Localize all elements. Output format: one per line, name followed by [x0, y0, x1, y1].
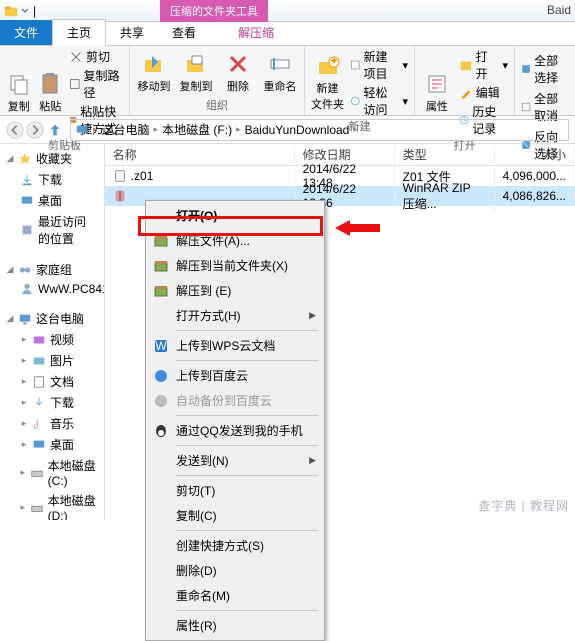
breadcrumb-item[interactable]: 这台电脑 — [102, 121, 150, 138]
download-icon — [32, 396, 46, 410]
tree-item[interactable]: ▸本地磁盘 (C:) — [0, 455, 104, 490]
video-icon — [32, 333, 46, 347]
easyaccess-button[interactable]: 轻松访问 ▾ — [350, 84, 408, 118]
ctx-rename[interactable]: 重命名(M) — [148, 583, 322, 608]
breadcrumb-item[interactable]: 本地磁盘 (F:) — [162, 121, 232, 138]
computer-icon — [18, 312, 32, 326]
selectall-button[interactable]: 全部选择 — [521, 52, 569, 86]
winrar-icon — [153, 258, 169, 274]
tree-favorites[interactable]: 收藏夹 — [36, 150, 72, 167]
nav-tree: ◢收藏夹 下载 桌面 最近访问的位置 ◢家庭组 WwW.PC841.CoM ◢这… — [0, 144, 105, 520]
ctx-extract-to[interactable]: 解压到 (E) — [148, 278, 322, 303]
pictures-icon — [32, 354, 46, 368]
svg-text:W: W — [155, 339, 167, 353]
folder-icon — [4, 4, 18, 18]
ctx-extract-files[interactable]: 解压文件(A)... — [148, 228, 322, 253]
tree-thispc[interactable]: 这台电脑 — [36, 310, 84, 327]
winrar-icon — [153, 283, 169, 299]
cut-button[interactable]: 剪切 — [69, 48, 123, 65]
ctx-sendto[interactable]: 发送到(N)▶ — [148, 448, 322, 473]
ctx-properties[interactable]: 属性(R) — [148, 613, 322, 638]
desktop-icon — [32, 438, 46, 452]
tab-share[interactable]: 共享 — [106, 20, 158, 45]
rename-button[interactable]: 重命名 — [262, 48, 298, 97]
documents-icon — [32, 375, 46, 389]
tab-extract[interactable]: 解压缩 — [224, 20, 288, 45]
tree-item[interactable]: ▸文档 — [0, 371, 104, 392]
ctx-baidu-auto[interactable]: 自动备份到百度云 — [148, 388, 322, 413]
ctx-openwith[interactable]: 打开方式(H)▶ — [148, 303, 322, 328]
col-name[interactable]: 名称 — [105, 146, 295, 163]
dropdown-icon[interactable] — [21, 7, 29, 15]
ribbon-tabs: 文件 主页 共享 查看 解压缩 — [0, 22, 575, 46]
newitem-button[interactable]: 新建项目 ▾ — [350, 48, 408, 82]
file-icon — [113, 169, 127, 183]
tree-item[interactable]: ▸桌面 — [0, 434, 104, 455]
open-button[interactable]: 打开 ▾ — [459, 48, 508, 82]
ctx-cut[interactable]: 剪切(T) — [148, 478, 322, 503]
music-icon — [32, 417, 46, 431]
moveto-button[interactable]: 移动到 — [136, 48, 172, 97]
ctx-qq[interactable]: 通过QQ发送到我的手机 — [148, 418, 322, 443]
ribbon: 复制 粘贴 剪切 复制路径 粘贴快捷方式 剪贴板 移动到 复制到 删除 重命名 … — [0, 46, 575, 116]
back-button[interactable] — [6, 121, 24, 139]
tree-item-downloads[interactable]: 下载 — [0, 169, 104, 190]
ctx-open[interactable]: 打开(O) — [148, 203, 322, 228]
copyto-button[interactable]: 复制到 — [178, 48, 214, 97]
ctx-shortcut[interactable]: 创建快捷方式(S) — [148, 533, 322, 558]
tree-item-recent[interactable]: 最近访问的位置 — [0, 211, 104, 249]
col-date[interactable]: 修改日期 — [295, 146, 395, 163]
svg-text:✦: ✦ — [329, 54, 339, 68]
baidu-icon — [153, 393, 169, 409]
homegroup-icon — [18, 263, 32, 277]
tab-home[interactable]: 主页 — [52, 19, 106, 46]
delete-button[interactable]: 删除 — [220, 48, 256, 97]
ctx-extract-here[interactable]: 解压到当前文件夹(X) — [148, 253, 322, 278]
watermark: 查字典 | 教程网 — [478, 497, 569, 514]
baidu-icon — [153, 368, 169, 384]
user-icon — [20, 282, 34, 296]
address-bar: ▸ 这台电脑▸ 本地磁盘 (F:)▸ BaiduYunDownload▸ — [0, 116, 575, 144]
tree-item[interactable]: ▸下载 — [0, 392, 104, 413]
tree-item[interactable]: ▸音乐 — [0, 413, 104, 434]
up-button[interactable] — [46, 121, 64, 139]
wps-icon: W — [153, 338, 169, 354]
tree-item[interactable]: ▸本地磁盘 (D:) — [0, 490, 104, 520]
download-icon — [20, 173, 34, 187]
tree-item[interactable]: ▸图片 — [0, 350, 104, 371]
winrar-icon — [153, 233, 169, 249]
drive-icon — [30, 501, 44, 515]
context-menu: 打开(O) 解压文件(A)... 解压到当前文件夹(X) 解压到 (E) 打开方… — [145, 200, 325, 641]
qq-icon — [153, 423, 169, 439]
edit-button[interactable]: 编辑 — [459, 84, 508, 101]
forward-button[interactable] — [26, 121, 44, 139]
copypath-button[interactable]: 复制路径 — [69, 67, 123, 101]
tab-view[interactable]: 查看 — [158, 20, 210, 45]
ctx-wps[interactable]: W上传到WPS云文档 — [148, 333, 322, 358]
tab-file[interactable]: 文件 — [0, 20, 52, 45]
col-size[interactable]: 大小 — [495, 146, 575, 163]
col-type[interactable]: 类型 — [395, 146, 495, 163]
window-title-partial: Baid — [547, 3, 571, 17]
recent-icon — [20, 223, 34, 237]
tree-item-pc841[interactable]: WwW.PC841.CoM — [0, 280, 104, 298]
zip-icon — [113, 189, 127, 203]
star-icon — [18, 152, 32, 166]
computer-icon — [75, 123, 89, 137]
breadcrumb[interactable]: ▸ 这台电脑▸ 本地磁盘 (F:)▸ BaiduYunDownload▸ — [70, 119, 569, 141]
ctx-baidu[interactable]: 上传到百度云 — [148, 363, 322, 388]
tree-item[interactable]: ▸视频 — [0, 329, 104, 350]
group-organize-label: 组织 — [136, 97, 298, 113]
breadcrumb-item[interactable]: BaiduYunDownload — [245, 123, 350, 137]
ctx-copy[interactable]: 复制(C) — [148, 503, 322, 528]
contextual-tab-label: 压缩的文件夹工具 — [160, 0, 268, 22]
ctx-delete[interactable]: 删除(D) — [148, 558, 322, 583]
drive-icon — [30, 466, 44, 480]
tree-homegroup[interactable]: 家庭组 — [36, 261, 72, 278]
desktop-icon — [20, 194, 34, 208]
newfolder-button[interactable]: ✦新建 文件夹 — [311, 48, 344, 118]
tree-item-desktop[interactable]: 桌面 — [0, 190, 104, 211]
